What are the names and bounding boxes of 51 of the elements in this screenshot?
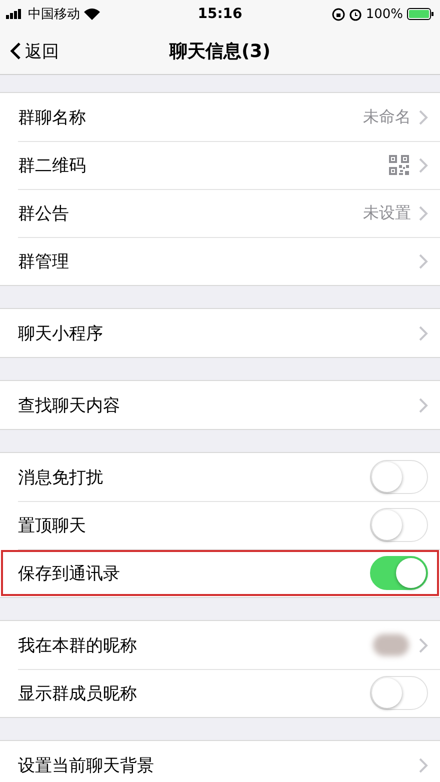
toggle-switch[interactable] [370, 508, 428, 542]
row-label: 群公告 [18, 202, 70, 224]
signal-icon [6, 9, 24, 19]
row-label: 保存到通讯录 [18, 562, 121, 584]
row-label: 我在本群的昵称 [18, 634, 138, 656]
row-label: 显示群成员昵称 [18, 682, 138, 704]
chevron-icon [419, 638, 428, 652]
clock-time: 15:16 [198, 6, 242, 22]
battery-percent: 100% [366, 6, 404, 22]
back-icon [10, 42, 21, 60]
row-value: 未命名 [363, 106, 411, 128]
settings-row[interactable]: 置顶聊天 [0, 501, 440, 549]
settings-row[interactable]: 保存到通讯录 [0, 549, 440, 597]
settings-row[interactable]: 群管理 [0, 237, 440, 285]
settings-row[interactable]: 群聊名称 未命名 [0, 93, 440, 141]
row-label: 置顶聊天 [18, 514, 87, 536]
settings-row[interactable]: 群二维码 [0, 141, 440, 189]
row-label: 群管理 [18, 250, 70, 272]
row-label: 群聊名称 [18, 106, 87, 128]
alarm-icon [348, 8, 362, 20]
settings-row[interactable]: 显示群成员昵称 [0, 669, 440, 717]
settings-row[interactable]: 设置当前聊天背景 [0, 741, 440, 782]
chevron-icon [419, 158, 428, 172]
nav-title: 聊天信息(3) [170, 41, 270, 62]
wifi-icon [84, 8, 100, 20]
chevron-icon [419, 254, 428, 268]
qr-code-icon [389, 155, 409, 175]
back-button[interactable]: 返回 [0, 40, 59, 62]
blurred-nickname [373, 634, 409, 656]
row-value: 未设置 [363, 202, 411, 224]
battery-icon [407, 8, 434, 20]
chevron-icon [419, 110, 428, 124]
row-label: 消息免打扰 [18, 466, 104, 488]
carrier-name: 中国移动 [28, 6, 80, 23]
settings-row[interactable]: 我在本群的昵称 [0, 621, 440, 669]
chevron-icon [419, 398, 428, 412]
chevron-icon [419, 206, 428, 220]
row-label: 聊天小程序 [18, 322, 104, 344]
settings-row[interactable]: 群公告 未设置 [0, 189, 440, 237]
toggle-switch[interactable] [370, 460, 428, 494]
settings-row[interactable]: 消息免打扰 [0, 453, 440, 501]
settings-row[interactable]: 查找聊天内容 [0, 381, 440, 429]
chevron-icon [419, 758, 428, 772]
row-label: 设置当前聊天背景 [18, 754, 155, 776]
row-label: 查找聊天内容 [18, 394, 121, 416]
row-label: 群二维码 [18, 154, 87, 176]
toggle-switch[interactable] [370, 556, 428, 590]
settings-row[interactable]: 聊天小程序 [0, 309, 440, 357]
toggle-switch[interactable] [370, 676, 428, 710]
chevron-icon [419, 326, 428, 340]
rotation-lock-icon [332, 8, 345, 20]
